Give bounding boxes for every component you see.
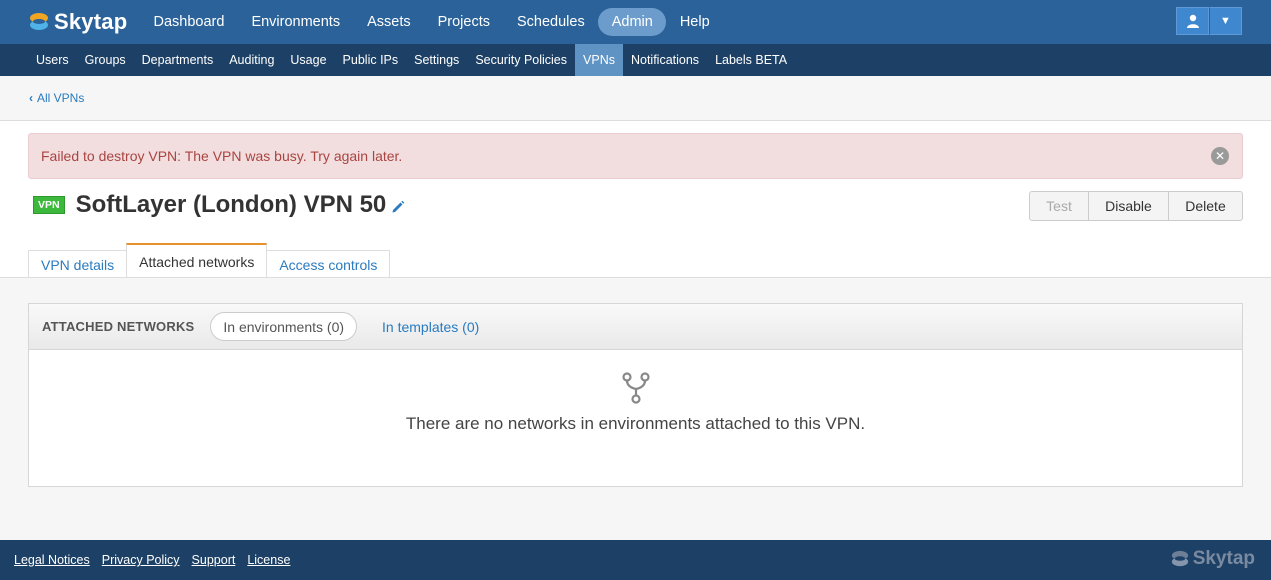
- subnav-departments[interactable]: Departments: [134, 44, 222, 76]
- brand-name: Skytap: [54, 9, 128, 34]
- tab-content: ATTACHED NETWORKS In environments (0) In…: [0, 278, 1271, 541]
- nav-assets[interactable]: Assets: [354, 8, 425, 36]
- back-to-all-vpns-link[interactable]: All VPNs: [37, 91, 84, 105]
- subnav-public-ips[interactable]: Public IPs: [335, 44, 407, 76]
- subnav-security-policies[interactable]: Security Policies: [467, 44, 575, 76]
- subnav-labels[interactable]: Labels BETA: [707, 44, 795, 76]
- user-icon: [1186, 14, 1199, 28]
- subnav-auditing[interactable]: Auditing: [221, 44, 282, 76]
- subnav-users[interactable]: Users: [28, 44, 77, 76]
- nav-schedules[interactable]: Schedules: [504, 8, 599, 36]
- footer-link-legal[interactable]: Legal Notices: [14, 553, 90, 567]
- attached-networks-panel: ATTACHED NETWORKS In environments (0) In…: [28, 303, 1243, 487]
- footer-link-privacy[interactable]: Privacy Policy: [102, 553, 180, 567]
- subnav-settings[interactable]: Settings: [406, 44, 467, 76]
- nav-environments[interactable]: Environments: [238, 8, 354, 36]
- empty-message: There are no networks in environments at…: [405, 414, 866, 433]
- delete-button[interactable]: Delete: [1168, 191, 1243, 221]
- top-navbar: Skytap Dashboard Environments Assets Pro…: [0, 0, 1271, 44]
- nav-admin[interactable]: Admin: [598, 8, 667, 36]
- subnav-notifications[interactable]: Notifications: [623, 44, 707, 76]
- skytap-logo-icon: [30, 13, 48, 30]
- test-button[interactable]: Test: [1029, 191, 1089, 221]
- admin-subnav: Users Groups Departments Auditing Usage …: [0, 44, 1271, 76]
- main-nav: Dashboard Environments Assets Projects S…: [140, 8, 723, 36]
- footer-link-support[interactable]: Support: [192, 553, 236, 567]
- footer-link-license[interactable]: License: [247, 553, 290, 567]
- nav-projects[interactable]: Projects: [424, 8, 503, 36]
- skytap-footer-logo-icon: [1171, 550, 1188, 567]
- skytap-logo[interactable]: Skytap: [28, 9, 140, 35]
- filter-in-environments[interactable]: In environments (0): [210, 312, 358, 341]
- panel-header: ATTACHED NETWORKS In environments (0) In…: [29, 304, 1242, 350]
- subnav-usage[interactable]: Usage: [282, 44, 334, 76]
- error-alert: Failed to destroy VPN: The VPN was busy.…: [28, 133, 1243, 179]
- tab-attached-networks[interactable]: Attached networks: [126, 243, 268, 278]
- close-icon[interactable]: ✕: [1211, 147, 1229, 165]
- footer-logo: Skytap: [1170, 548, 1255, 570]
- panel-title: ATTACHED NETWORKS: [42, 319, 195, 334]
- vpn-tabs: VPN details Attached networks Access con…: [28, 243, 391, 278]
- vpn-detail-header: Failed to destroy VPN: The VPN was busy.…: [0, 121, 1271, 278]
- tab-access-controls[interactable]: Access controls: [266, 250, 391, 278]
- chevron-left-icon: ‹: [29, 91, 33, 105]
- disable-button[interactable]: Disable: [1088, 191, 1169, 221]
- tab-vpn-details[interactable]: VPN details: [28, 250, 128, 278]
- nav-dashboard[interactable]: Dashboard: [140, 8, 238, 36]
- user-menu: ▼: [1176, 7, 1242, 35]
- network-branch-icon: [621, 372, 650, 404]
- subnav-vpns[interactable]: VPNs: [575, 44, 623, 76]
- footer-brand-name: Skytap: [1192, 548, 1255, 569]
- user-button[interactable]: [1176, 7, 1209, 35]
- vpn-actions: Test Disable Delete: [1029, 191, 1243, 221]
- vpn-badge: VPN: [33, 196, 65, 214]
- empty-state: There are no networks in environments at…: [29, 372, 1242, 434]
- subnav-groups[interactable]: Groups: [77, 44, 134, 76]
- chevron-down-icon: ▼: [1220, 15, 1231, 27]
- footer: Legal Notices Privacy Policy Support Lic…: [0, 540, 1271, 580]
- filter-in-templates[interactable]: In templates (0): [382, 319, 479, 335]
- breadcrumb: ‹ All VPNs: [0, 76, 1271, 121]
- alert-message: Failed to destroy VPN: The VPN was busy.…: [41, 148, 403, 164]
- title-row: VPN SoftLayer (London) VPN 50: [33, 191, 405, 219]
- page-title: SoftLayer (London) VPN 50: [75, 191, 387, 218]
- pencil-icon[interactable]: [391, 200, 405, 214]
- user-menu-caret-button[interactable]: ▼: [1209, 7, 1242, 35]
- nav-help[interactable]: Help: [666, 8, 723, 36]
